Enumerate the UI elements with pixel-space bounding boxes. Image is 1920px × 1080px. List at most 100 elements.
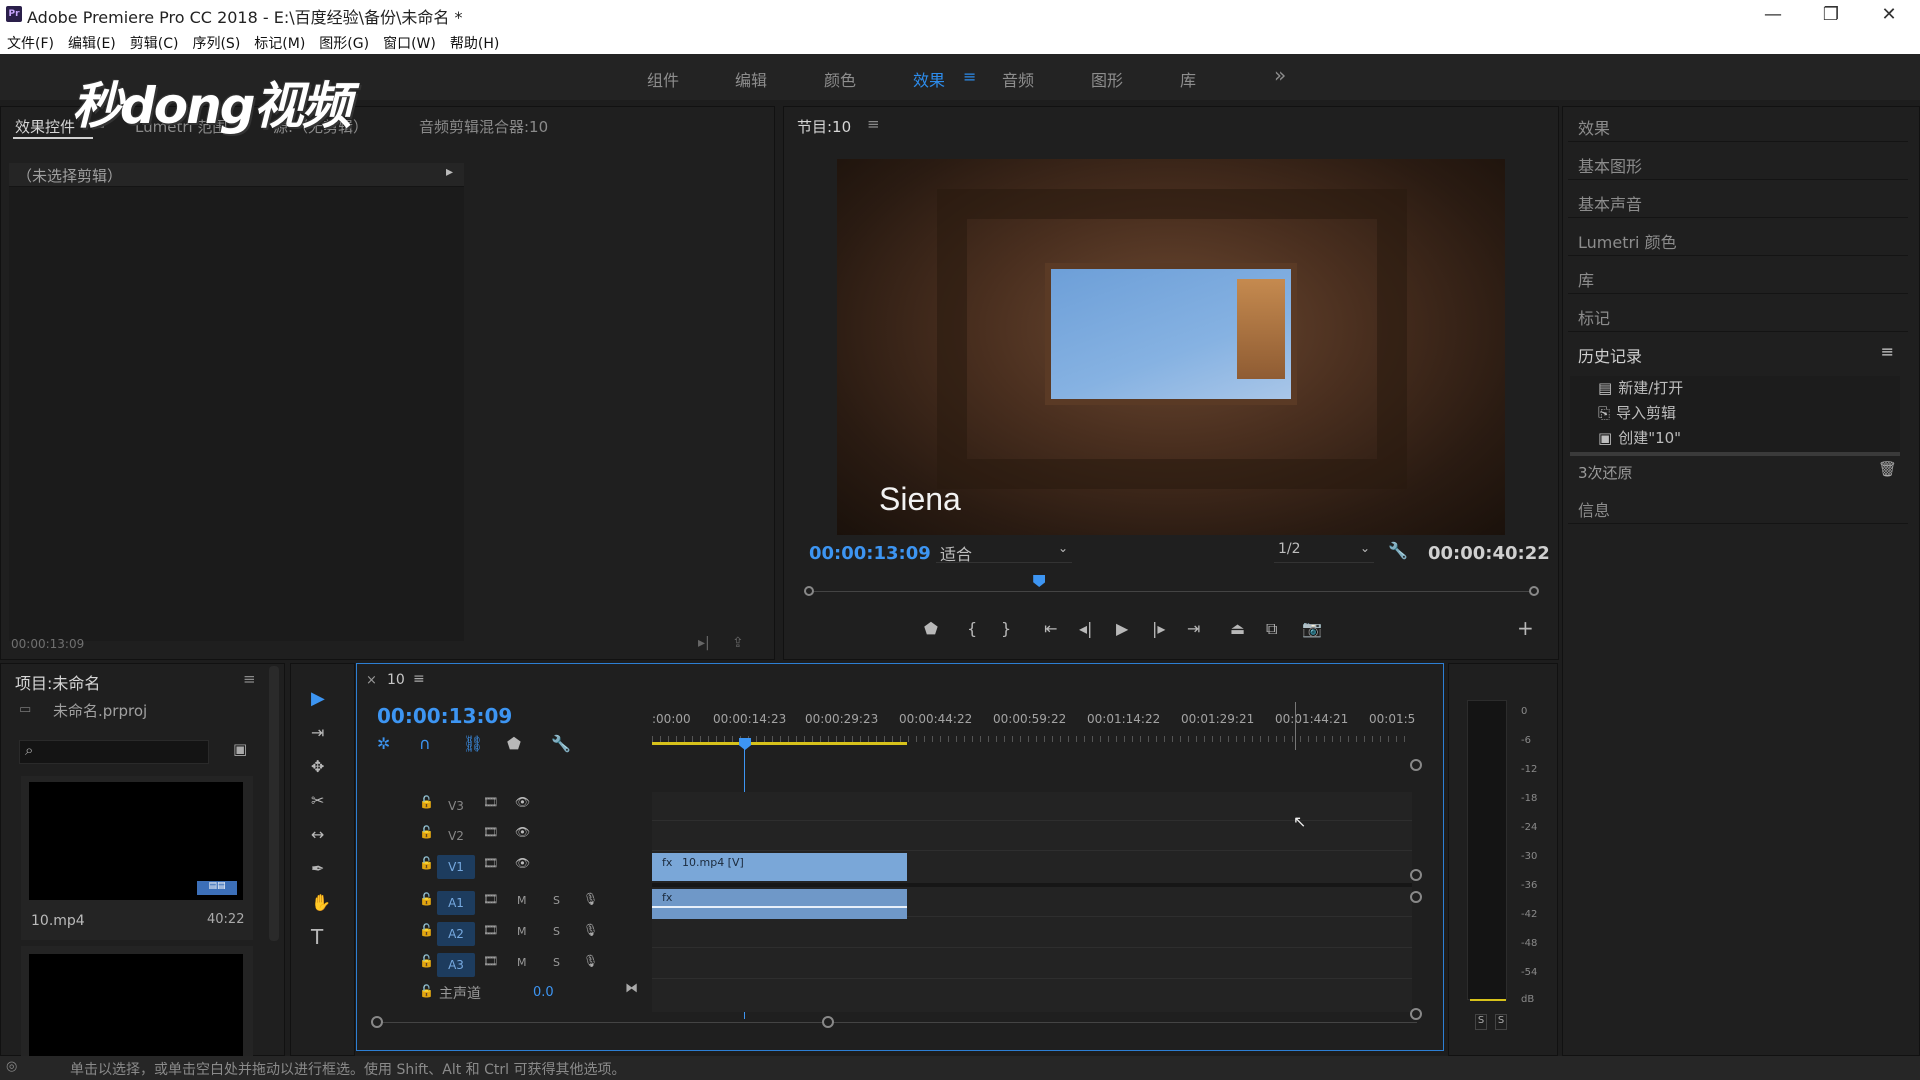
close-window-button[interactable]: ✕ [1860,0,1918,30]
mark-out-icon[interactable]: } [1001,619,1011,639]
mute-button[interactable]: M [517,894,527,907]
extract-icon[interactable]: ⧉ [1266,619,1277,639]
timeline-menu-icon[interactable]: ≡ [413,671,425,687]
step-back-icon[interactable]: ◂| [1079,619,1092,639]
time-ruler[interactable]: :00:00 00:00:14:23 00:00:29:23 00:00:44:… [652,702,1415,748]
audio-scroll-handle-top[interactable] [1410,891,1422,903]
lumetri-color-panel-header[interactable]: Lumetri 颜色 [1568,220,1908,256]
eye-icon[interactable]: 👁 [515,795,530,809]
lock-icon[interactable]: 🔓 [419,892,434,906]
sync-lock-icon[interactable]: 🎞 [483,825,498,839]
step-forward-icon[interactable]: |▸ [1152,619,1165,639]
lock-icon[interactable]: 🔓 [419,825,434,839]
go-to-out-icon[interactable]: ⇥ [1187,619,1200,639]
project-search-input[interactable]: ⌕ [19,740,209,764]
video-clip[interactable]: fx 10.mp4 [V] [652,853,907,881]
program-playhead[interactable] [1033,575,1046,587]
workspace-tab-effects[interactable]: 效果 [913,67,945,91]
workspace-tab-assembly[interactable]: 组件 [647,67,679,91]
zoom-handle-right[interactable] [1529,586,1539,596]
workspace-tab-graphics[interactable]: 图形 [1091,67,1123,91]
menu-clip[interactable]: 剪辑(C) [123,30,186,56]
menu-file[interactable]: 文件(F) [0,30,61,56]
work-area-bar[interactable] [652,742,907,745]
audio-clip[interactable]: fx [652,889,907,919]
audio-scroll-handle-bottom[interactable] [1410,1008,1422,1020]
timeline-timecode[interactable]: 00:00:13:09 [377,704,512,728]
project-scrollbar[interactable] [269,666,279,941]
workspace-tab-audio[interactable]: 音频 [1002,67,1034,91]
microphone-icon[interactable]: 🎙 [583,892,598,906]
restore-button[interactable]: ❐ [1802,0,1860,30]
eye-icon[interactable]: 👁 [515,825,530,839]
lock-icon[interactable]: 🔓 [419,795,434,809]
history-scrollbar[interactable] [1570,452,1900,456]
export-icon[interactable]: ⇪ [732,635,744,651]
mute-button[interactable]: M [517,956,527,969]
new-bin-icon[interactable]: ▣ [233,740,247,758]
workspace-menu-icon[interactable]: ≡ [963,67,976,86]
essential-graphics-panel-header[interactable]: 基本图形 [1568,144,1908,180]
menu-help[interactable]: 帮助(H) [443,30,506,56]
master-expand-icon[interactable]: ⧓ [625,981,638,996]
add-marker-icon[interactable]: ⬟ [924,619,938,639]
program-monitor-title[interactable]: 节目:10 [797,116,851,137]
export-frame-icon[interactable]: 📷 [1302,619,1322,639]
go-to-in-icon[interactable]: ⇤ [1044,619,1057,639]
sync-lock-icon[interactable]: 🎞 [483,856,498,870]
microphone-icon[interactable]: 🎙 [583,954,598,968]
solo-button[interactable]: S [553,925,560,938]
track-label-v2[interactable]: V2 [437,824,475,848]
project-menu-icon[interactable]: ≡ [243,670,256,688]
linked-selection-icon[interactable]: ⛓ [463,734,483,754]
ripple-edit-tool-icon[interactable]: ✥ [311,757,324,777]
microphone-icon[interactable]: 🎙 [583,923,598,937]
menu-edit[interactable]: 编辑(E) [61,30,123,56]
sync-lock-icon[interactable]: 🎞 [483,954,498,968]
selection-tool-icon[interactable]: ▶ [311,689,325,709]
sequence-thumbnail-card[interactable] [21,946,253,1056]
menu-marker[interactable]: 标记(M) [247,30,312,56]
more-workspaces-icon[interactable]: » [1274,63,1286,87]
sync-lock-icon[interactable]: 🎞 [483,892,498,906]
zoom-fit-dropdown[interactable]: 适合 ⌄ [936,541,1072,564]
razor-tool-icon[interactable]: ✂ [311,791,324,811]
menu-graphics[interactable]: 图形(G) [312,30,376,56]
video-scroll-handle-top[interactable] [1410,759,1422,771]
mark-in-icon[interactable]: { [967,619,977,639]
program-current-timecode[interactable]: 00:00:13:09 [809,543,931,564]
zoom-scroll-handle-right[interactable] [822,1016,834,1028]
add-marker-icon[interactable]: ⬟ [507,734,521,754]
program-menu-icon[interactable]: ≡ [867,115,880,133]
zoom-handle-left[interactable] [804,586,814,596]
history-menu-icon[interactable]: ≡ [1881,342,1894,361]
solo-button[interactable]: S [553,894,560,907]
track-label-a3[interactable]: A3 [437,953,475,977]
wrench-icon[interactable]: 🔧 [1388,541,1408,561]
sequence-tab[interactable]: 10 [387,672,405,688]
snap-magnet-icon[interactable]: ∩ [419,734,431,754]
info-panel-header[interactable]: 信息 [1568,488,1908,524]
program-scrub-bar[interactable] [804,575,1539,599]
workspace-tab-color[interactable]: 颜色 [824,67,856,91]
workspace-tab-editing[interactable]: 编辑 [735,67,767,91]
lock-icon[interactable]: 🔓 [419,954,434,968]
project-panel-title[interactable]: 项目:未命名 [15,670,100,694]
close-sequence-icon[interactable]: × [366,673,377,688]
track-label-a1[interactable]: A1 [437,891,475,915]
type-tool-icon[interactable]: T [311,927,323,947]
libraries-panel-header[interactable]: 库 [1568,258,1908,294]
minimize-button[interactable]: — [1744,0,1802,30]
solo-left-button[interactable]: S [1475,1014,1487,1030]
solo-button[interactable]: S [553,956,560,969]
video-scroll-handle-bottom[interactable] [1410,869,1422,881]
button-editor-plus-icon[interactable]: + [1517,618,1534,638]
trash-icon[interactable]: 🗑 [1878,460,1897,478]
master-volume-value[interactable]: 0.0 [533,985,554,1000]
sync-lock-icon[interactable]: 🎞 [483,923,498,937]
slip-tool-icon[interactable]: ↔ [311,825,324,845]
tab-audio-clip-mixer[interactable]: 音频剪辑混合器:10 [419,116,548,137]
eye-icon[interactable]: 👁 [515,856,530,870]
lock-icon[interactable]: 🔓 [419,984,434,998]
timeline-settings-wrench-icon[interactable]: 🔧 [551,734,571,754]
